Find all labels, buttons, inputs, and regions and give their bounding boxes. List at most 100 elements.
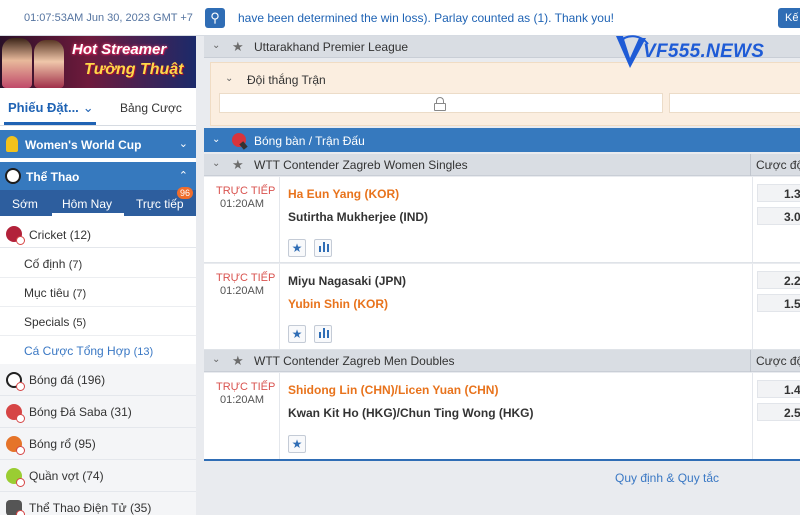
active-subtab-indicator — [52, 213, 124, 216]
league-header-men-doubles[interactable]: ⌄ ★ WTT Contender Zagreb Men Doubles Cượ… — [204, 350, 800, 372]
site-logo: VF555.NEWS — [612, 32, 772, 72]
sport-label: Quần vợt — [29, 469, 79, 483]
sidebar-item-label: Bóng Đá Saba (31) — [29, 405, 132, 419]
sidebar-subitem-outright[interactable]: Cá Cược Tổng Hợp (13) — [0, 336, 196, 365]
sport-label: Bóng đá — [29, 373, 74, 387]
divider — [750, 350, 751, 372]
clock-badge-icon — [16, 510, 25, 515]
clock-badge-icon — [16, 236, 25, 245]
tab-bet-slip-label: Phiếu Đặt... — [8, 100, 79, 115]
tab-bet-slip[interactable]: Phiếu Đặt... ⌄ — [8, 100, 94, 116]
section-table-tennis[interactable]: ⌄ Bóng bàn / Trận Đấu — [204, 128, 800, 152]
subitem-count: (5) — [72, 317, 87, 329]
sidebar-subitem-label: Mục tiêu (7) — [24, 286, 86, 300]
sidebar-subitem-label: Cá Cược Tổng Hợp (13) — [24, 344, 153, 358]
sidebar-item-tennis[interactable]: Quần vợt (74) — [0, 460, 196, 492]
tab-today[interactable]: Hôm Nay — [62, 197, 112, 211]
sidebar-subitem-goal[interactable]: Mục tiêu (7) — [0, 278, 196, 307]
home-team: Shidong Lin (CHN)/Licen Yuan (CHN) — [288, 383, 499, 397]
sidebar-subitem-fixed[interactable]: Cố định (7) — [0, 249, 196, 278]
clock-badge-icon — [16, 478, 25, 487]
chevron-down-icon[interactable]: ⌄ — [212, 158, 220, 169]
match-time-cell: TRỰC TIẾP 01:20AM — [204, 373, 280, 459]
odds-slot-locked — [219, 93, 663, 113]
banner-subtitle: Tường Thuật — [84, 61, 184, 78]
live-status: TRỰC TIẾP — [216, 272, 276, 284]
sport-count: (74) — [82, 469, 104, 483]
rules-link[interactable]: Quy định & Quy tắc — [615, 471, 719, 485]
favorite-star-icon[interactable]: ★ — [288, 435, 306, 453]
favorite-star-icon[interactable]: ★ — [288, 325, 306, 343]
cricket-count: (12) — [69, 228, 92, 242]
clock-badge-icon — [16, 446, 25, 455]
odds-column: 1.32 3.00 — [752, 177, 800, 262]
subitem-count: (7) — [72, 288, 87, 300]
match-time: 01:20AM — [220, 198, 265, 210]
match-row: TRỰC TIẾP 01:20AM Miyu Nagasaki (JPN) Yu… — [204, 264, 800, 350]
statistics-icon[interactable] — [314, 239, 332, 257]
league-header-women-singles[interactable]: ⌄ ★ WTT Contender Zagreb Women Singles C… — [204, 154, 800, 176]
sport-label: Thể Thao Điện Tử — [29, 501, 127, 515]
match-time: 01:20AM — [220, 285, 265, 297]
chevron-down-icon: ⌄ — [178, 138, 188, 150]
favorite-star-icon[interactable]: ★ — [288, 239, 306, 257]
live-count-badge: 96 — [177, 187, 194, 199]
menu-womens-world-cup[interactable]: Women's World Cup ⌄ — [0, 130, 196, 158]
tab-odds-table[interactable]: Bảng Cược — [120, 101, 182, 115]
odds-column: 1.42 2.58 — [752, 373, 800, 459]
match-time-cell: TRỰC TIẾP 01:20AM — [204, 177, 280, 262]
odds-home-button[interactable]: 2.26 — [757, 271, 800, 289]
sidebar-item-label: Bóng rổ (95) — [29, 437, 96, 451]
odds-home-button[interactable]: 1.42 — [757, 380, 800, 398]
betslip-tabs: Phiếu Đặt... ⌄ Bảng Cược — [0, 88, 196, 126]
chevron-down-icon[interactable]: ⌄ — [212, 354, 220, 365]
hot-streamer-banner[interactable]: Hot Streamer Tường Thuật — [0, 36, 196, 88]
column-header-odds: Cược độ — [756, 158, 800, 172]
sidebar-item-saba-soccer[interactable]: Bóng Đá Saba (31) — [0, 396, 196, 428]
sport-count: (35) — [129, 501, 152, 515]
chevron-down-icon[interactable]: ⌄ — [225, 73, 233, 84]
star-icon[interactable]: ★ — [232, 157, 244, 173]
live-status: TRỰC TIẾP — [216, 185, 276, 197]
match-time: 01:20AM — [220, 394, 265, 406]
live-status: TRỰC TIẾP — [216, 381, 276, 393]
odds-home-button[interactable]: 1.32 — [757, 184, 800, 202]
sidebar-item-basketball[interactable]: Bóng rổ (95) — [0, 428, 196, 460]
league-name: WTT Contender Zagreb Women Singles — [254, 158, 468, 172]
subitem-label: Mục tiêu — [24, 286, 70, 300]
menu-sports[interactable]: Thể Thao ⌃ — [0, 162, 196, 190]
odds-away-button[interactable]: 2.58 — [757, 403, 800, 421]
odds-away-button[interactable]: 3.00 — [757, 207, 800, 225]
lock-icon — [434, 97, 446, 111]
divider — [204, 459, 800, 461]
sport-count: (95) — [74, 437, 96, 451]
tab-live[interactable]: Trực tiếp — [136, 197, 184, 211]
chevron-down-icon[interactable]: ⌄ — [212, 40, 220, 51]
sidebar-item-soccer[interactable]: Bóng đá (196) — [0, 364, 196, 396]
active-tab-indicator — [4, 122, 96, 125]
sidebar-subitem-specials[interactable]: Specials (5) — [0, 307, 196, 336]
sidebar-item-cricket[interactable]: Cricket (12) — [0, 220, 196, 248]
sidebar-item-label: Bóng đá (196) — [29, 373, 105, 387]
away-team: Yubin Shin (KOR) — [288, 297, 388, 311]
match-row: TRỰC TIẾP 01:20AM Shidong Lin (CHN)/Lice… — [204, 373, 800, 459]
statistics-icon[interactable] — [314, 325, 332, 343]
tab-early[interactable]: Sớm — [12, 197, 38, 211]
odds-column: 2.26 1.54 — [752, 264, 800, 349]
star-icon[interactable]: ★ — [232, 353, 244, 369]
sidebar-subitem-label: Cố định (7) — [24, 257, 82, 271]
subitem-label: Cố định — [24, 257, 66, 271]
chevron-down-icon[interactable]: ⌄ — [212, 134, 220, 145]
server-clock: 01:07:53AM Jun 30, 2023 GMT +7 — [24, 12, 193, 24]
main-content: ⌄ ★ Uttarakhand Premier League ⌄ Đội thắ… — [204, 36, 800, 515]
search-icon[interactable]: ⚲ — [205, 8, 225, 28]
announcement-marquee: have been determined the win loss). Parl… — [238, 11, 614, 25]
subitem-count: (13) — [133, 346, 154, 358]
sidebar-item-esports[interactable]: Thể Thao Điện Tử (35) — [0, 492, 196, 515]
trophy-icon — [6, 136, 18, 152]
login-button[interactable]: Kế — [778, 8, 800, 28]
star-icon[interactable]: ★ — [232, 39, 244, 55]
odds-away-button[interactable]: 1.54 — [757, 294, 800, 312]
menu-sports-label: Thể Thao — [26, 170, 80, 184]
home-team: Miyu Nagasaki (JPN) — [288, 274, 407, 288]
